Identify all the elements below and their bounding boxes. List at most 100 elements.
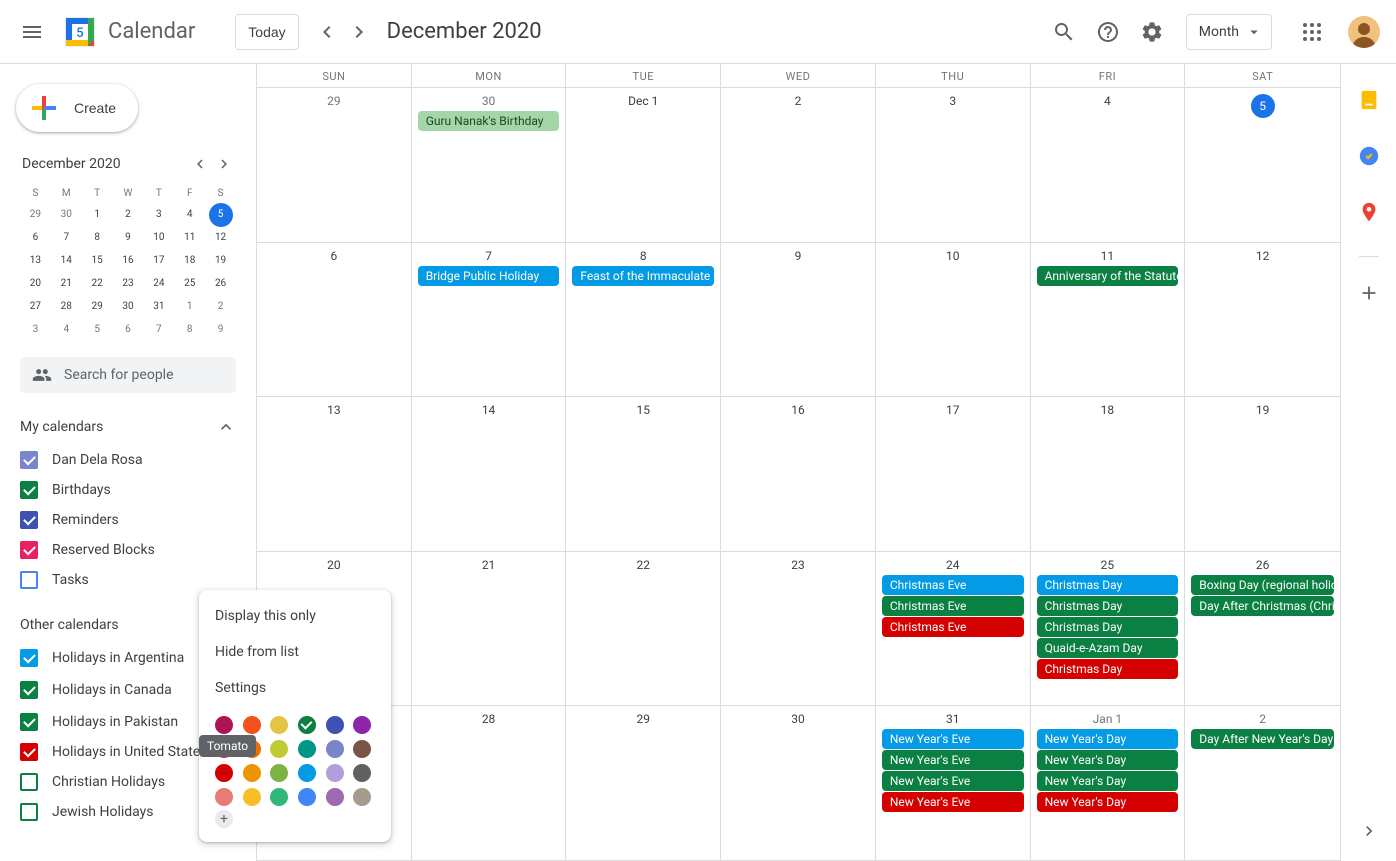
mini-day-cell[interactable]: 4 [51,318,82,341]
account-avatar[interactable] [1348,16,1380,48]
day-cell[interactable]: 26Boxing Day (regional holiday)Day After… [1185,552,1340,706]
search-button[interactable] [1044,12,1084,52]
color-swatch[interactable] [326,764,344,782]
color-swatch[interactable] [243,716,261,734]
event-chip[interactable]: New Year's Day [1037,792,1179,812]
day-cell[interactable]: 12 [1185,243,1340,397]
event-chip[interactable]: Christmas Eve [882,575,1024,595]
event-chip[interactable]: New Year's Eve [882,771,1024,791]
day-cell[interactable]: 25Christmas DayChristmas DayChristmas Da… [1031,552,1186,706]
day-number[interactable]: 14 [414,399,564,419]
color-swatch[interactable] [243,764,261,782]
day-cell[interactable]: Jan 1New Year's DayNew Year's DayNew Yea… [1031,706,1186,860]
event-chip[interactable]: New Year's Eve [882,729,1024,749]
day-number[interactable]: 19 [1187,399,1338,419]
event-chip[interactable]: Bridge Public Holiday [418,266,560,286]
color-swatch[interactable] [215,716,233,734]
mini-day-cell[interactable]: 20 [20,272,51,295]
today-button[interactable]: Today [235,14,298,50]
settings-button[interactable] [1132,12,1172,52]
mini-day-cell[interactable]: 19 [205,249,236,272]
mini-day-cell[interactable]: 26 [205,272,236,295]
mini-day-cell[interactable]: 15 [82,249,113,272]
color-swatch[interactable] [215,788,233,806]
mini-day-cell[interactable]: 22 [82,272,113,295]
mini-day-cell[interactable]: 30 [113,295,144,318]
mini-day-cell[interactable]: 27 [20,295,51,318]
day-cell[interactable]: 28 [412,706,567,860]
event-chip[interactable]: Christmas Day [1037,596,1179,616]
event-chip[interactable]: Boxing Day (regional holiday) [1191,575,1334,595]
color-swatch[interactable] [326,740,344,758]
day-cell[interactable]: 4 [1031,88,1186,242]
event-chip[interactable]: Feast of the Immaculate Conception [572,266,714,286]
my-calendars-toggle[interactable]: My calendars [20,409,236,445]
calendar-checkbox[interactable] [20,773,38,791]
calendar-item[interactable]: Reserved Blocks [20,535,236,565]
color-swatch[interactable] [353,740,371,758]
calendar-item[interactable]: Reminders [20,505,236,535]
mini-next-button[interactable] [212,152,236,176]
color-swatch[interactable] [298,788,316,806]
mini-day-cell[interactable]: 31 [143,295,174,318]
color-swatch[interactable] [326,716,344,734]
day-number[interactable]: 10 [878,245,1028,265]
day-cell[interactable]: 16 [721,397,876,551]
event-chip[interactable]: Day After Christmas (Christmas Holiday) [1191,596,1334,616]
mini-day-cell[interactable]: 29 [82,295,113,318]
mini-day-cell[interactable]: 6 [113,318,144,341]
mini-day-cell[interactable]: 5 [82,318,113,341]
event-chip[interactable]: Christmas Day [1037,659,1179,679]
day-number[interactable]: 15 [568,399,718,419]
event-chip[interactable]: Quaid-e-Azam Day [1037,638,1179,658]
mini-prev-button[interactable] [188,152,212,176]
day-number[interactable]: 9 [723,245,873,265]
event-chip[interactable]: New Year's Day [1037,729,1179,749]
day-cell[interactable]: 29 [257,88,412,242]
color-swatch[interactable] [270,740,288,758]
mini-day-cell[interactable]: 1 [82,203,113,226]
day-number[interactable]: 2 [1187,708,1338,728]
mini-day-cell[interactable]: 9 [113,226,144,249]
view-selector[interactable]: Month [1186,14,1272,50]
create-button[interactable]: Create [16,84,138,132]
day-number[interactable]: 24 [878,554,1028,574]
event-chip[interactable]: Christmas Eve [882,596,1024,616]
mini-day-cell[interactable]: 7 [143,318,174,341]
day-cell[interactable]: 3 [876,88,1031,242]
color-swatch[interactable] [298,716,316,734]
day-cell[interactable]: 7Bridge Public Holiday [412,243,567,397]
event-chip[interactable]: Christmas Day [1037,575,1179,595]
day-cell[interactable]: 8Feast of the Immaculate Conception [566,243,721,397]
calendar-item[interactable]: Birthdays [20,475,236,505]
color-swatch[interactable] [270,788,288,806]
prev-month-button[interactable] [311,16,343,48]
mini-day-cell[interactable]: 6 [20,226,51,249]
calendar-checkbox[interactable] [20,541,38,559]
day-cell[interactable]: 5 [1185,88,1340,242]
search-people-input[interactable]: Search for people [20,357,236,393]
day-number[interactable]: Dec 1 [568,90,718,110]
mini-day-cell[interactable]: 30 [51,203,82,226]
day-cell[interactable]: Dec 1 [566,88,721,242]
day-cell[interactable]: 24Christmas EveChristmas EveChristmas Ev… [876,552,1031,706]
day-number[interactable]: 21 [414,554,564,574]
day-number[interactable]: 8 [568,245,718,265]
day-number[interactable]: 18 [1033,399,1183,419]
calendar-checkbox[interactable] [20,571,38,589]
mini-day-cell[interactable]: 11 [174,226,205,249]
mini-day-cell[interactable]: 23 [113,272,144,295]
event-chip[interactable]: Guru Nanak's Birthday [418,111,560,131]
calendar-checkbox[interactable] [20,681,38,699]
mini-day-cell[interactable]: 10 [143,226,174,249]
mini-day-cell[interactable]: 2 [205,295,236,318]
day-number[interactable]: 2 [723,90,873,110]
google-apps-button[interactable] [1292,12,1332,52]
help-button[interactable] [1088,12,1128,52]
mini-day-cell[interactable]: 9 [205,318,236,341]
calendar-checkbox[interactable] [20,481,38,499]
day-number[interactable]: Jan 1 [1033,708,1183,728]
day-cell[interactable]: 19 [1185,397,1340,551]
mini-day-cell[interactable]: 14 [51,249,82,272]
color-swatch[interactable] [270,716,288,734]
